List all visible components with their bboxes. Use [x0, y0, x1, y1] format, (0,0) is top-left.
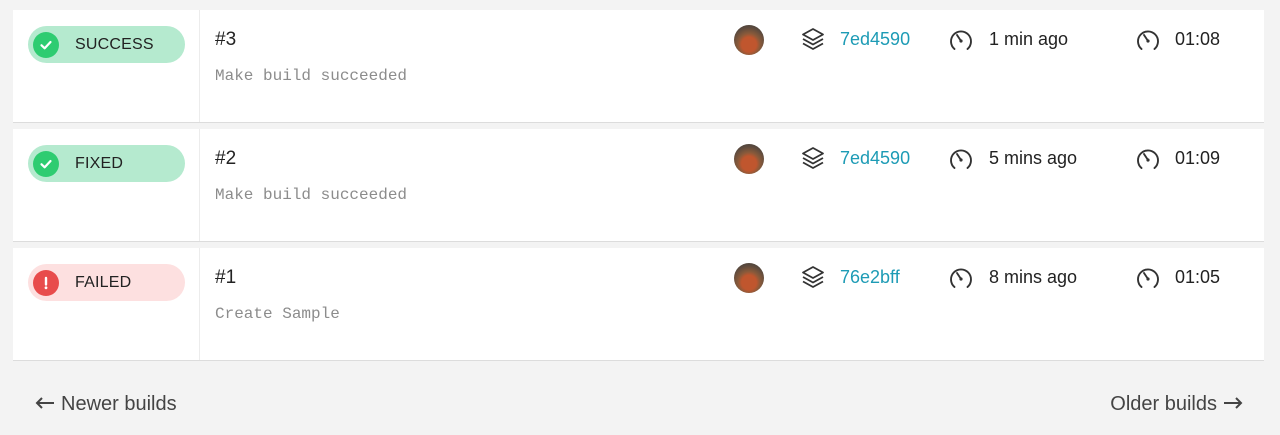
exclamation-circle-icon [33, 269, 59, 296]
commit-message: Make build succeeded [215, 186, 408, 204]
commit-sha-link[interactable]: 76e2bff [840, 267, 900, 288]
status-column: SUCCESS [13, 10, 200, 122]
status-label: FAILED [75, 273, 132, 291]
newer-builds-link[interactable]: Newer builds [35, 393, 177, 416]
status-label: SUCCESS [75, 35, 154, 53]
check-circle-icon [33, 150, 59, 177]
build-number[interactable]: #3 [215, 29, 236, 51]
layers-icon [800, 145, 826, 176]
build-row[interactable]: FIXED #2 Make build succeeded 7ed4590 5 … [13, 129, 1264, 242]
created-time: 1 min ago [989, 29, 1069, 49]
older-builds-link[interactable]: Older builds [1110, 393, 1243, 416]
build-duration: 01:05 [1175, 267, 1221, 287]
status-badge: FIXED [28, 145, 185, 182]
build-history-page: SUCCESS #3 Make build succeeded 7ed4590 … [0, 0, 1280, 435]
commit-sha-link[interactable]: 7ed4590 [840, 148, 910, 169]
newer-builds-label: Newer builds [61, 393, 177, 415]
created-time: 5 mins ago [989, 148, 1078, 168]
check-circle-icon [33, 31, 59, 58]
author-avatar [734, 25, 764, 55]
status-badge: FAILED [28, 264, 185, 301]
build-row[interactable]: FAILED #1 Create Sample 76e2bff 8 mins a… [13, 248, 1264, 361]
author-avatar [734, 263, 764, 293]
speedometer-icon [948, 146, 974, 177]
build-row[interactable]: SUCCESS #3 Make build succeeded 7ed4590 … [13, 10, 1264, 123]
layers-icon [800, 26, 826, 57]
build-number[interactable]: #2 [215, 148, 236, 170]
build-number[interactable]: #1 [215, 267, 236, 289]
commit-message: Make build succeeded [215, 67, 408, 85]
layers-icon [800, 264, 826, 295]
commit-message: Create Sample [215, 305, 340, 323]
arrow-right-icon [1223, 393, 1243, 416]
speedometer-icon [1135, 27, 1161, 58]
speedometer-icon [1135, 265, 1161, 296]
commit-sha-link[interactable]: 7ed4590 [840, 29, 910, 50]
status-column: FIXED [13, 129, 200, 241]
arrow-left-icon [35, 393, 55, 416]
build-list: SUCCESS #3 Make build succeeded 7ed4590 … [13, 10, 1264, 367]
speedometer-icon [948, 265, 974, 296]
author-avatar [734, 144, 764, 174]
created-time: 8 mins ago [989, 267, 1078, 287]
status-label: FIXED [75, 154, 124, 172]
speedometer-icon [1135, 146, 1161, 177]
build-duration: 01:09 [1175, 148, 1221, 168]
speedometer-icon [948, 27, 974, 58]
pagination: Newer builds Older builds [0, 388, 1280, 424]
build-duration: 01:08 [1175, 29, 1221, 49]
status-badge: SUCCESS [28, 26, 185, 63]
status-column: FAILED [13, 248, 200, 360]
older-builds-label: Older builds [1110, 393, 1217, 415]
